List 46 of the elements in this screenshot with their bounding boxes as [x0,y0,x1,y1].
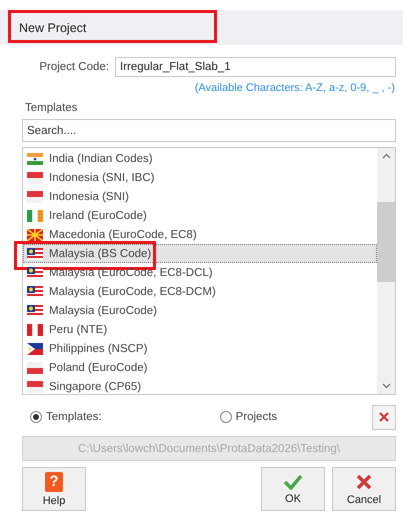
project-code-field[interactable]: Irregular_Flat_Slab_1 [115,57,396,77]
template-item[interactable]: Malaysia (EuroCode) [23,301,377,320]
template-item[interactable]: Malaysia (BS Code) [23,244,377,263]
template-item[interactable]: Peru (NTE) [23,320,377,339]
scroll-up-icon[interactable] [382,153,390,159]
clear-button[interactable] [372,404,396,430]
flag-icon [27,362,43,374]
close-icon [355,472,373,490]
template-item[interactable]: Macedonia (EuroCode, EC8) [23,225,377,244]
section-label: Templates [25,102,78,114]
flag-icon [27,324,43,336]
flag-icon [27,228,43,240]
scroll-down-icon[interactable] [382,383,390,389]
flag-icon [27,380,43,392]
template-item[interactable]: Malaysia (EuroCode, EC8-DCL) [23,263,377,282]
template-item[interactable]: India (Indian Codes) [23,149,377,168]
help-icon: ? [45,472,63,492]
flag-icon [27,190,43,202]
ok-button[interactable]: OK [261,467,325,511]
flag-icon [27,342,43,354]
scrollbar[interactable] [377,148,395,394]
template-item[interactable]: Malaysia (EuroCode, EC8-DCM) [23,282,377,301]
window-title: New Project [19,20,86,34]
template-item[interactable]: Poland (EuroCode) [23,358,377,377]
flag-icon [27,248,43,260]
template-item[interactable]: Indonesia (SNI, IBC) [23,168,377,187]
flag-icon [27,210,43,222]
flag-icon [27,172,43,184]
field-label: Project Code: [39,61,109,73]
flag-icon [27,304,43,316]
radio-option[interactable]: Templates: [30,411,102,423]
path-field: C:\Users\lowch\Documents\ProtaData2026\Testing\ [22,436,396,461]
cancel-button[interactable]: Cancel [332,467,396,511]
search-field[interactable]: Search.... [22,119,396,142]
close-icon [379,412,389,422]
checkmark-icon [283,474,303,490]
template-item[interactable]: Singapore (CP65) [23,377,377,396]
template-item[interactable]: Indonesia (SNI) [23,187,377,206]
flag-icon [27,266,43,278]
help-button[interactable]: ? Help [22,467,86,511]
template-item[interactable]: Philippines (NSCP) [23,339,377,358]
radio-option[interactable]: Projects [220,411,278,423]
template-item[interactable]: Ireland (EuroCode) [23,206,377,225]
hint-text: (Available Characters: A-Z, a-z, 0-9, _ , -) [194,82,395,94]
flag-icon [27,152,43,164]
flag-icon [27,286,43,298]
